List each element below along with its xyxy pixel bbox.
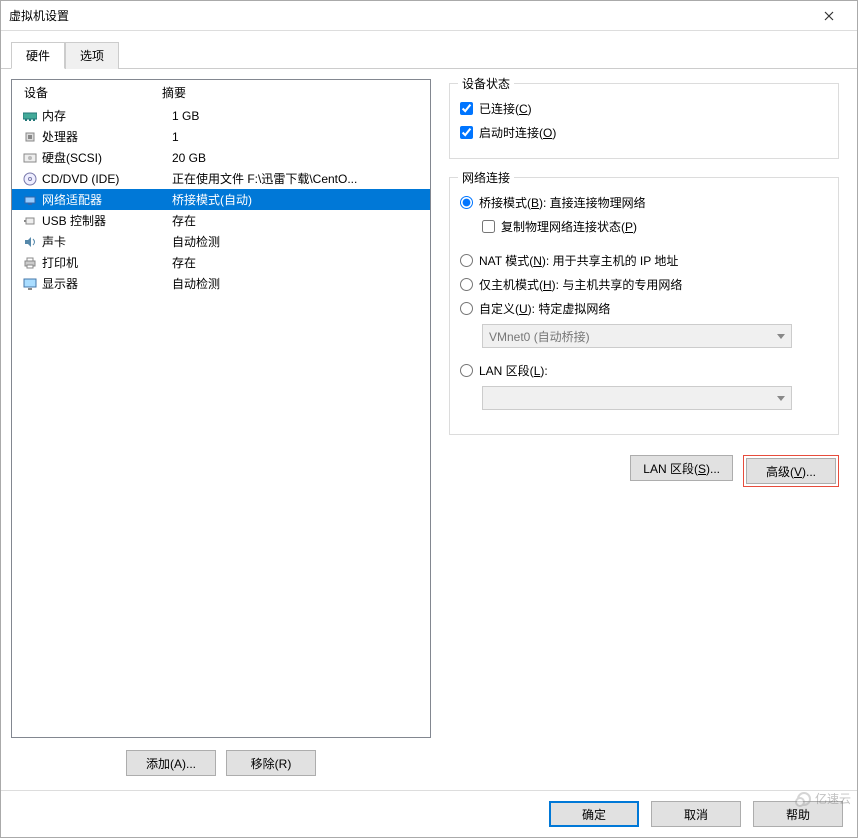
device-status-group: 设备状态 已连接(C) 启动时连接(O) — [449, 83, 839, 159]
row-label: 声卡 — [42, 233, 172, 250]
row-sound[interactable]: 声卡 自动检测 — [12, 231, 430, 252]
radio-bridged-label: 桥接模式(B): 直接连接物理网络 — [479, 194, 646, 211]
content-area: 设备 摘要 内存 1 GB 处理器 1 硬盘(SCSI) 20 GB — [1, 69, 857, 790]
radio-bridged-input[interactable] — [460, 196, 473, 209]
radio-custom-label: 自定义(U): 特定虚拟网络 — [479, 300, 610, 317]
vm-settings-window: 虚拟机设置 硬件 选项 设备 摘要 内存 1 GB 处理器 — [0, 0, 858, 838]
radio-custom[interactable]: 自定义(U): 特定虚拟网络 — [460, 296, 828, 320]
radio-hostonly-input[interactable] — [460, 278, 473, 291]
group-title: 设备状态 — [458, 75, 514, 92]
radio-lan-input[interactable] — [460, 364, 473, 377]
usb-icon — [22, 213, 38, 229]
row-label: USB 控制器 — [42, 212, 172, 229]
remove-button[interactable]: 移除(R) — [226, 750, 316, 776]
cpu-icon — [22, 129, 38, 145]
radio-bridged[interactable]: 桥接模式(B): 直接连接物理网络 — [460, 190, 828, 214]
connected-input[interactable] — [460, 102, 473, 115]
tabbar: 硬件 选项 — [1, 31, 857, 69]
help-button[interactable]: 帮助 — [753, 801, 843, 827]
radio-hostonly-label: 仅主机模式(H): 与主机共享的专用网络 — [479, 276, 682, 293]
dropdown-value: VMnet0 (自动桥接) — [489, 328, 590, 345]
row-summary: 存在 — [172, 212, 430, 229]
row-cddvd[interactable]: CD/DVD (IDE) 正在使用文件 F:\迅雷下载\CentO... — [12, 168, 430, 189]
row-usb[interactable]: USB 控制器 存在 — [12, 210, 430, 231]
tab-options[interactable]: 选项 — [65, 42, 119, 69]
row-summary: 自动检测 — [172, 275, 430, 292]
row-summary: 20 GB — [172, 151, 430, 165]
lan-segment-dropdown[interactable] — [482, 386, 792, 410]
right-actions: LAN 区段(S)... 高级(V)... — [449, 455, 839, 487]
sound-icon — [22, 234, 38, 250]
row-label: 内存 — [42, 107, 172, 124]
row-summary: 自动检测 — [172, 233, 430, 250]
disc-icon — [22, 171, 38, 187]
row-memory[interactable]: 内存 1 GB — [12, 105, 430, 126]
ok-button[interactable]: 确定 — [549, 801, 639, 827]
row-processor[interactable]: 处理器 1 — [12, 126, 430, 147]
col-device: 设备 — [12, 84, 162, 101]
connect-power-label: 启动时连接(O) — [479, 124, 556, 141]
advanced-button[interactable]: 高级(V)... — [746, 458, 836, 484]
row-summary: 正在使用文件 F:\迅雷下载\CentO... — [172, 170, 430, 187]
row-label: 硬盘(SCSI) — [42, 149, 172, 166]
network-icon — [22, 192, 38, 208]
row-label: 网络适配器 — [42, 191, 172, 208]
connect-power-checkbox[interactable]: 启动时连接(O) — [460, 120, 828, 144]
row-summary: 1 — [172, 130, 430, 144]
connect-power-input[interactable] — [460, 126, 473, 139]
right-panel: 设备状态 已连接(C) 启动时连接(O) 网络连接 桥接模式(B): 直接连接物… — [441, 79, 847, 780]
display-icon — [22, 276, 38, 292]
row-display[interactable]: 显示器 自动检测 — [12, 273, 430, 294]
tab-hardware[interactable]: 硬件 — [11, 42, 65, 69]
radio-hostonly[interactable]: 仅主机模式(H): 与主机共享的专用网络 — [460, 272, 828, 296]
connected-label: 已连接(C) — [479, 100, 532, 117]
radio-nat-label: NAT 模式(N): 用于共享主机的 IP 地址 — [479, 252, 678, 269]
cancel-button[interactable]: 取消 — [651, 801, 741, 827]
custom-vnet-dropdown[interactable]: VMnet0 (自动桥接) — [482, 324, 792, 348]
radio-nat[interactable]: NAT 模式(N): 用于共享主机的 IP 地址 — [460, 248, 828, 272]
row-label: 处理器 — [42, 128, 172, 145]
replicate-input[interactable] — [482, 220, 495, 233]
radio-custom-input[interactable] — [460, 302, 473, 315]
advanced-highlight: 高级(V)... — [743, 455, 839, 487]
replicate-label: 复制物理网络连接状态(P) — [501, 218, 637, 235]
row-label: 打印机 — [42, 254, 172, 271]
group-title: 网络连接 — [458, 169, 514, 186]
row-network[interactable]: 网络适配器 桥接模式(自动) — [12, 189, 430, 210]
close-icon — [824, 11, 834, 21]
row-label: 显示器 — [42, 275, 172, 292]
close-button[interactable] — [809, 2, 849, 30]
printer-icon — [22, 255, 38, 271]
footer: 确定 取消 帮助 — [1, 790, 857, 837]
radio-lan[interactable]: LAN 区段(L): — [460, 358, 828, 382]
titlebar: 虚拟机设置 — [1, 1, 857, 31]
window-title: 虚拟机设置 — [9, 7, 809, 24]
left-panel: 设备 摘要 内存 1 GB 处理器 1 硬盘(SCSI) 20 GB — [11, 79, 431, 780]
left-actions: 添加(A)... 移除(R) — [11, 738, 431, 780]
row-label: CD/DVD (IDE) — [42, 172, 172, 186]
col-summary: 摘要 — [162, 84, 430, 101]
row-summary: 桥接模式(自动) — [172, 191, 430, 208]
radio-nat-input[interactable] — [460, 254, 473, 267]
radio-lan-label: LAN 区段(L): — [479, 362, 548, 379]
row-summary: 存在 — [172, 254, 430, 271]
hdd-icon — [22, 150, 38, 166]
row-hdd[interactable]: 硬盘(SCSI) 20 GB — [12, 147, 430, 168]
lan-segments-button[interactable]: LAN 区段(S)... — [630, 455, 733, 481]
add-button[interactable]: 添加(A)... — [126, 750, 216, 776]
device-list[interactable]: 设备 摘要 内存 1 GB 处理器 1 硬盘(SCSI) 20 GB — [11, 79, 431, 738]
memory-icon — [22, 108, 38, 124]
network-connection-group: 网络连接 桥接模式(B): 直接连接物理网络 复制物理网络连接状态(P) NAT… — [449, 177, 839, 435]
list-header: 设备 摘要 — [12, 80, 430, 105]
row-printer[interactable]: 打印机 存在 — [12, 252, 430, 273]
row-summary: 1 GB — [172, 109, 430, 123]
connected-checkbox[interactable]: 已连接(C) — [460, 96, 828, 120]
replicate-checkbox[interactable]: 复制物理网络连接状态(P) — [482, 214, 828, 238]
